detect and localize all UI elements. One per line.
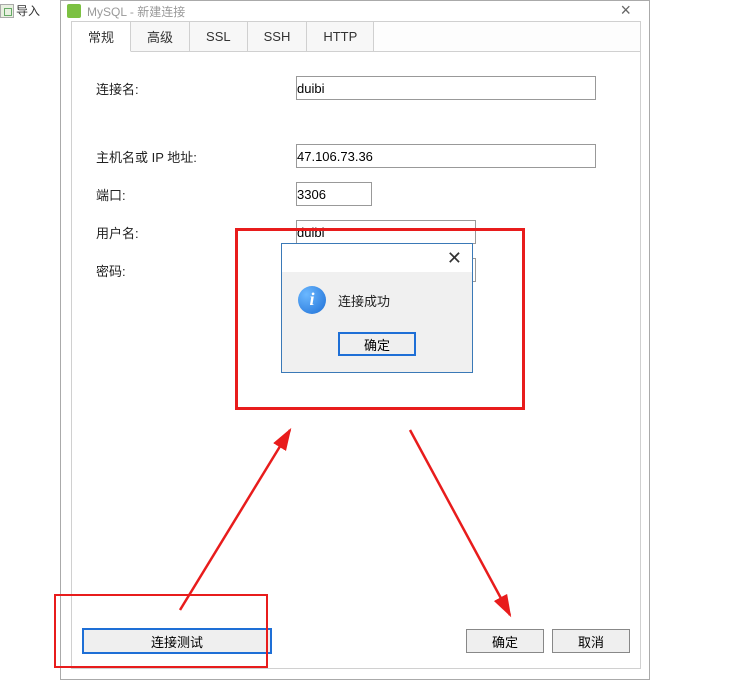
- app-icon: [67, 4, 81, 18]
- bg-toolbar-fragment: 导入: [0, 2, 40, 19]
- dialog-footer: 连接测试 确定 取消: [82, 628, 630, 654]
- ok-button[interactable]: 确定: [466, 629, 544, 653]
- import-icon: [0, 4, 14, 18]
- close-icon[interactable]: ×: [620, 0, 631, 21]
- msgbox-close-icon[interactable]: ✕: [447, 249, 462, 267]
- titlebar: MySQL - 新建连接 ×: [61, 1, 649, 21]
- port-input[interactable]: [296, 182, 372, 206]
- tab-ssl[interactable]: SSL: [190, 22, 248, 51]
- success-msgbox: ✕ 连接成功 确定: [281, 243, 473, 373]
- port-label: 端口:: [96, 185, 296, 204]
- host-input[interactable]: [296, 144, 596, 168]
- tab-general[interactable]: 常规: [72, 22, 131, 52]
- msgbox-text: 连接成功: [338, 291, 390, 310]
- cancel-button[interactable]: 取消: [552, 629, 630, 653]
- pwd-label: 密码:: [96, 261, 296, 280]
- window-title: MySQL - 新建连接: [87, 3, 185, 20]
- msgbox-ok-button[interactable]: 确定: [338, 332, 416, 356]
- host-label: 主机名或 IP 地址:: [96, 147, 296, 166]
- user-label: 用户名:: [96, 223, 296, 242]
- tab-http[interactable]: HTTP: [307, 22, 374, 51]
- info-icon: [298, 286, 326, 314]
- tab-bar: 常规 高级 SSL SSH HTTP: [72, 22, 640, 52]
- test-connection-button[interactable]: 连接测试: [82, 628, 272, 654]
- tab-ssh[interactable]: SSH: [248, 22, 308, 51]
- bg-label: 导入: [16, 2, 40, 19]
- conn-name-input[interactable]: [296, 76, 596, 100]
- tab-advanced[interactable]: 高级: [131, 22, 190, 51]
- msgbox-titlebar: ✕: [282, 244, 472, 272]
- conn-name-label: 连接名:: [96, 79, 296, 98]
- user-input[interactable]: [296, 220, 476, 244]
